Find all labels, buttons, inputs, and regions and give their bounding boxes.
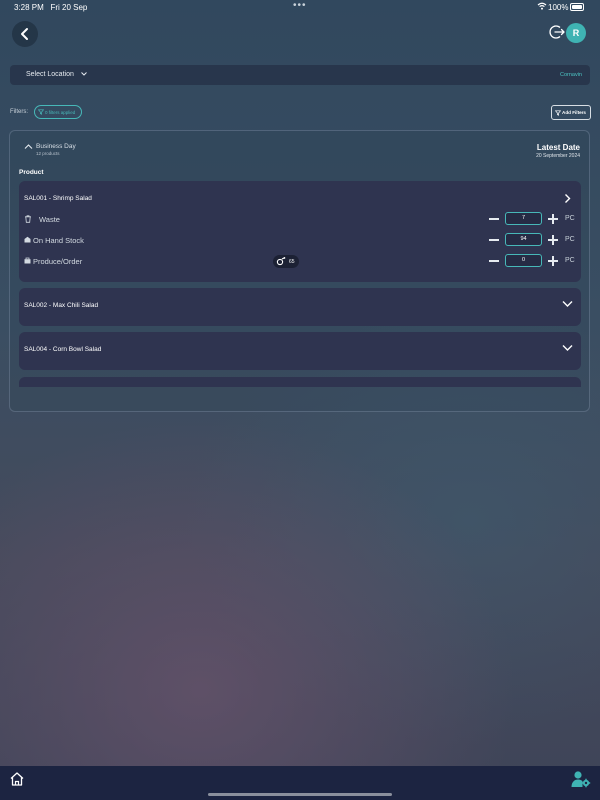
location-value[interactable]: Cornavin: [560, 72, 582, 78]
chevron-up-icon[interactable]: [24, 143, 33, 150]
decrement-button[interactable]: [489, 218, 499, 220]
logout-icon[interactable]: [549, 24, 565, 40]
product-title[interactable]: SAL001 - Shrimp Salad: [24, 195, 92, 202]
product-count: 12 products: [36, 151, 60, 156]
latest-date-label: Latest Date: [536, 143, 580, 152]
filters-applied-pill[interactable]: 0 filters applied: [34, 105, 82, 119]
wifi-icon: [537, 2, 547, 10]
add-filters-label: Add Filters: [562, 110, 586, 115]
on-hand-stock-label: On Hand Stock: [33, 236, 84, 245]
product-card: [19, 181, 581, 282]
battery-percent: 100%: [548, 3, 569, 12]
add-filters-button[interactable]: Add Filters: [551, 105, 591, 120]
multitasking-dots-icon[interactable]: •••: [293, 0, 307, 11]
status-bar: 3:28 PM Fri 20 Sep ••• 100%: [0, 0, 600, 14]
on-hand-quantity-input[interactable]: 94: [505, 233, 542, 246]
chevron-left-icon: [21, 28, 28, 40]
forecast-value: 65: [289, 258, 295, 265]
unit-label: PC: [565, 236, 575, 243]
waste-label: Waste: [39, 215, 60, 224]
filter-icon: [555, 110, 561, 116]
chevron-down-icon[interactable]: [562, 300, 573, 308]
unit-label: PC: [565, 215, 575, 222]
user-settings-icon[interactable]: [571, 770, 591, 788]
unit-label: PC: [565, 257, 575, 264]
increment-button[interactable]: [552, 255, 554, 266]
product-card[interactable]: [19, 332, 581, 370]
select-location-label[interactable]: Select Location: [26, 71, 74, 78]
product-card[interactable]: [19, 288, 581, 326]
decrement-button[interactable]: [489, 260, 499, 262]
decrement-button[interactable]: [489, 239, 499, 241]
filters-pill-text: 0 filters applied: [45, 110, 76, 115]
latest-date-value: 20 September 2024: [536, 153, 580, 159]
chevron-down-icon[interactable]: [562, 344, 573, 352]
home-indicator: [208, 793, 392, 796]
trash-icon: [25, 215, 31, 223]
forecast-badge[interactable]: 65: [273, 255, 299, 268]
product-title[interactable]: SAL004 - Corn Bowl Salad: [24, 346, 101, 353]
product-title[interactable]: SAL002 - Max Chili Salad: [24, 302, 98, 309]
produce-order-label: Produce/Order: [33, 257, 83, 266]
home-icon[interactable]: [9, 771, 25, 787]
status-time: 3:28 PM Fri 20 Sep: [14, 3, 88, 12]
stock-icon: [24, 236, 31, 243]
order-icon: [24, 257, 31, 264]
forecast-icon: [276, 257, 286, 266]
chevron-right-icon[interactable]: [563, 193, 572, 204]
business-day-title[interactable]: Business Day: [36, 143, 76, 150]
increment-button[interactable]: [552, 234, 554, 245]
produce-order-quantity-input[interactable]: 0: [505, 254, 542, 267]
product-column-header: Product: [19, 169, 44, 176]
chevron-down-icon[interactable]: [80, 70, 88, 78]
product-card-partial[interactable]: [19, 377, 581, 387]
battery-icon: [570, 3, 584, 11]
filters-label: Filters:: [10, 109, 28, 115]
filter-icon: [38, 109, 44, 115]
waste-quantity-input[interactable]: 7: [505, 212, 542, 225]
increment-button[interactable]: [552, 213, 554, 224]
back-button[interactable]: [12, 21, 38, 47]
avatar[interactable]: R: [566, 23, 586, 43]
location-bar[interactable]: Select Location Cornavin: [10, 65, 590, 85]
